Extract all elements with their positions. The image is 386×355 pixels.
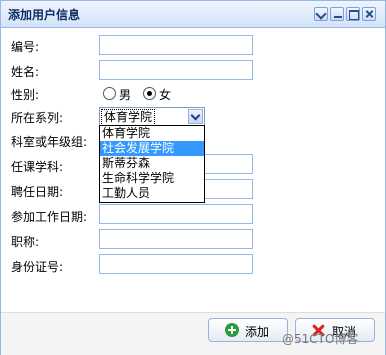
gender-male-radio[interactable] xyxy=(103,87,116,100)
collapse-icon[interactable] xyxy=(314,7,328,21)
work-date-label: 参加工作日期: xyxy=(11,210,88,224)
add-button[interactable]: 添加 xyxy=(208,318,288,342)
title-label: 职称: xyxy=(11,235,40,249)
watermark: @51CTO博客 xyxy=(282,332,359,346)
dept-select[interactable]: 体育学院 xyxy=(99,107,205,126)
dept-dropdown-list: 体育学院 社会发展学院 斯蒂芬森 生命科学学院 工勤人员 xyxy=(99,125,205,203)
add-user-dialog: 添加用户信息 编号: 姓名: 性别: 男 女 所在系列: 体育学院 科室或年级组… xyxy=(0,0,386,355)
dropdown-option[interactable]: 工勤人员 xyxy=(100,186,204,201)
dropdown-option[interactable]: 体育学院 xyxy=(100,126,204,141)
gender-female-label: 女 xyxy=(159,88,172,102)
add-icon xyxy=(225,323,239,337)
dropdown-option-highlighted[interactable]: 社会发展学院 xyxy=(100,141,204,156)
maximize-icon[interactable] xyxy=(346,7,360,21)
office-label: 科室或年级组: xyxy=(11,135,88,149)
dept-select-value: 体育学院 xyxy=(101,109,156,126)
gender-male-label: 男 xyxy=(119,88,132,102)
dropdown-option[interactable]: 斯蒂芬森 xyxy=(100,156,204,171)
gender-label: 性别: xyxy=(11,88,40,102)
work-date-field[interactable] xyxy=(99,204,253,224)
job-title-field[interactable] xyxy=(99,229,253,249)
chevron-down-icon[interactable] xyxy=(188,109,203,124)
dept-label: 所在系列: xyxy=(11,111,64,125)
id-label: 编号: xyxy=(11,40,40,54)
minimize-icon[interactable] xyxy=(330,7,344,21)
subject-label: 任课学科: xyxy=(11,160,64,174)
name-label: 姓名: xyxy=(11,65,40,79)
close-icon[interactable] xyxy=(362,7,376,21)
radio-selected-dot xyxy=(147,91,152,96)
name-field[interactable] xyxy=(99,60,253,80)
id-field[interactable] xyxy=(99,35,253,55)
hire-date-label: 聘任日期: xyxy=(11,185,64,199)
dialog-titlebar[interactable]: 添加用户信息 xyxy=(1,1,385,28)
dropdown-option[interactable]: 生命科学学院 xyxy=(100,171,204,186)
gender-female-radio[interactable] xyxy=(143,87,156,100)
idcard-field[interactable] xyxy=(99,254,253,274)
add-button-label: 添加 xyxy=(245,325,270,339)
idcard-label: 身份证号: xyxy=(11,260,64,274)
dialog-title: 添加用户信息 xyxy=(8,8,81,22)
